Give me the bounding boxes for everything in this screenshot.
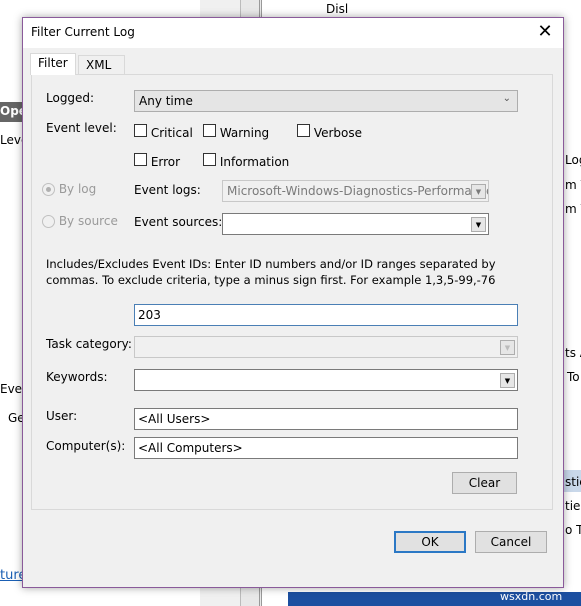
- cancel-button[interactable]: Cancel: [475, 531, 547, 553]
- bg-fragment: m V: [565, 178, 581, 192]
- computers-label: Computer(s):: [46, 439, 126, 453]
- chevron-down-icon: ⌄: [502, 93, 511, 104]
- clear-button[interactable]: Clear: [452, 472, 517, 494]
- by-source-radio[interactable]: By source: [42, 214, 118, 228]
- user-label: User:: [46, 409, 78, 423]
- event-ids-input[interactable]: 203: [134, 304, 518, 326]
- radio-label: By source: [58, 214, 118, 228]
- information-checkbox[interactable]: Information: [203, 153, 289, 169]
- logged-label: Logged:: [46, 91, 95, 105]
- bg-fragment: ties: [565, 499, 581, 513]
- ok-button[interactable]: OK: [394, 531, 466, 553]
- keywords-dropdown[interactable]: ▼: [134, 369, 518, 391]
- title-bar: Filter Current Log ✕: [23, 18, 563, 48]
- task-category-label: Task category:: [46, 337, 132, 351]
- event-sources-dropdown[interactable]: ▼: [222, 213, 489, 235]
- checkbox-box[interactable]: [203, 153, 216, 166]
- dialog-title: Filter Current Log: [31, 25, 135, 39]
- error-checkbox[interactable]: Error: [134, 153, 180, 169]
- bg-fragment: To: [567, 370, 580, 384]
- event-logs-dropdown[interactable]: Microsoft-Windows-Diagnostics-Performanc…: [222, 180, 489, 202]
- logged-value: Any time: [139, 94, 193, 108]
- checkbox-label: Warning: [219, 126, 270, 140]
- computers-input[interactable]: <All Computers>: [134, 437, 518, 459]
- bg-fragment: Disl: [326, 2, 349, 16]
- event-ids-instructions: Includes/Excludes Event IDs: Enter ID nu…: [46, 257, 496, 287]
- task-category-dropdown[interactable]: ▼: [134, 336, 518, 358]
- checkbox-box[interactable]: [134, 124, 147, 137]
- keywords-label: Keywords:: [46, 370, 108, 384]
- bg-fragment: ts A: [565, 346, 581, 360]
- dropdown-arrow-icon[interactable]: ▼: [471, 184, 486, 199]
- radio-button[interactable]: [42, 183, 55, 196]
- event-level-label: Event level:: [46, 121, 117, 135]
- user-input[interactable]: <All Users>: [134, 408, 518, 430]
- close-icon[interactable]: ✕: [535, 21, 555, 42]
- bg-fragment: Log: [565, 153, 581, 167]
- dropdown-arrow-icon[interactable]: ▼: [500, 340, 515, 355]
- warning-checkbox[interactable]: Warning: [203, 124, 269, 140]
- checkbox-label: Critical: [150, 126, 193, 140]
- checkbox-box[interactable]: [134, 153, 147, 166]
- event-logs-label: Event logs:: [134, 183, 201, 197]
- checkbox-box[interactable]: [203, 124, 216, 137]
- tab-filter[interactable]: Filter: [30, 53, 76, 75]
- bg-fragment: m V: [565, 202, 581, 216]
- checkbox-label: Error: [150, 155, 181, 169]
- checkbox-box[interactable]: [297, 124, 310, 137]
- radio-label: By log: [58, 182, 97, 196]
- tab-xml[interactable]: XML: [78, 55, 125, 75]
- checkbox-label: Information: [219, 155, 290, 169]
- critical-checkbox[interactable]: Critical: [134, 124, 193, 140]
- checkbox-label: Verbose: [313, 126, 363, 140]
- bg-fragment: stic: [565, 475, 581, 489]
- watermark: wsxdn.com: [500, 590, 563, 603]
- by-log-radio[interactable]: By log: [42, 182, 96, 196]
- radio-button[interactable]: [42, 215, 55, 228]
- dropdown-arrow-icon[interactable]: ▼: [471, 217, 486, 232]
- event-sources-label: Event sources:: [134, 215, 223, 229]
- verbose-checkbox[interactable]: Verbose: [297, 124, 362, 140]
- filter-current-log-dialog: Filter Current Log ✕ Filter XML Logged: …: [22, 17, 564, 588]
- event-logs-value: Microsoft-Windows-Diagnostics-Performanc…: [227, 184, 489, 198]
- logged-dropdown[interactable]: Any time ⌄: [134, 90, 518, 112]
- bg-fragment: o T: [565, 523, 581, 537]
- dropdown-arrow-icon[interactable]: ▼: [500, 373, 515, 388]
